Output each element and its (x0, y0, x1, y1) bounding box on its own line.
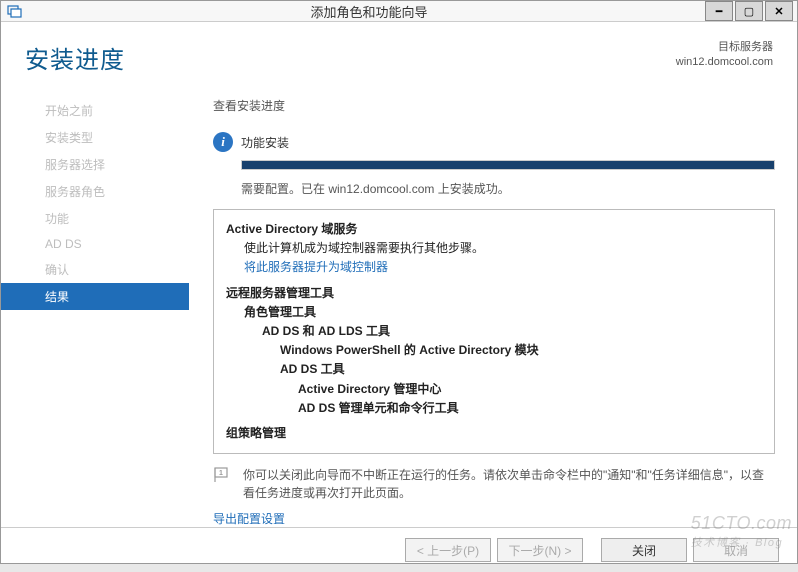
sidebar-item-server: 服务器选择 (1, 151, 189, 178)
progress-bar (241, 160, 775, 170)
sidebar: 开始之前 安装类型 服务器选择 服务器角色 功能 AD DS 确认 结果 (1, 79, 189, 527)
sidebar-item-confirm: 确认 (1, 256, 189, 283)
result-gpm: 组策略管理 (226, 424, 762, 443)
flag-icon: 1 (213, 466, 233, 486)
status-row: i 功能安装 (213, 132, 775, 152)
wizard-window: 添加角色和功能向导 ━ ▢ ✕ 安装进度 目标服务器 win12.domcool… (0, 0, 798, 564)
result-remote-tools: 远程服务器管理工具 (226, 284, 762, 303)
progress-fill (242, 161, 774, 169)
titlebar: 添加角色和功能向导 ━ ▢ ✕ (1, 1, 797, 22)
window-controls: ━ ▢ ✕ (705, 1, 793, 21)
target-server: win12.domcool.com (676, 55, 773, 70)
status-message: 需要配置。已在 win12.domcool.com 上安装成功。 (241, 180, 775, 197)
result-adds-desc: 使此计算机成为域控制器需要执行其他步骤。 (244, 239, 762, 258)
next-button: 下一步(N) > (497, 538, 583, 562)
prev-button: < 上一步(P) (405, 538, 491, 562)
section-label: 查看安装进度 (213, 97, 775, 114)
note-text: 你可以关闭此向导而不中断正在运行的任务。请依次单击命令栏中的"通知"和"任务详细… (243, 466, 775, 502)
minimize-button[interactable]: ━ (705, 1, 733, 21)
maximize-button[interactable]: ▢ (735, 1, 763, 21)
result-powershell-module: Windows PowerShell 的 Active Directory 模块 (280, 341, 762, 360)
sidebar-item-type: 安装类型 (1, 124, 189, 151)
content-area: 安装进度 目标服务器 win12.domcool.com 开始之前 安装类型 服… (1, 22, 797, 572)
sidebar-item-roles: 服务器角色 (1, 178, 189, 205)
body-row: 开始之前 安装类型 服务器选择 服务器角色 功能 AD DS 确认 结果 查看安… (1, 79, 797, 527)
page-title: 安装进度 (25, 40, 125, 75)
info-icon: i (213, 132, 233, 152)
target-info: 目标服务器 win12.domcool.com (676, 40, 773, 71)
results-box: Active Directory 域服务 使此计算机成为域控制器需要执行其他步骤… (213, 209, 775, 454)
result-adds-snapins: AD DS 管理单元和命令行工具 (298, 399, 762, 418)
result-ad-admin-center: Active Directory 管理中心 (298, 380, 762, 399)
result-adds-lds-tools: AD DS 和 AD LDS 工具 (262, 322, 762, 341)
sidebar-item-results[interactable]: 结果 (1, 283, 189, 310)
sidebar-item-before: 开始之前 (1, 97, 189, 124)
main-panel: 查看安装进度 i 功能安装 需要配置。已在 win12.domcool.com … (189, 79, 797, 527)
result-adds-tools: AD DS 工具 (280, 360, 762, 379)
result-adds-title: Active Directory 域服务 (226, 220, 762, 239)
svg-text:1: 1 (219, 470, 223, 477)
result-role-tools: 角色管理工具 (244, 303, 762, 322)
status-text: 功能安装 (241, 134, 289, 151)
promote-link[interactable]: 将此服务器提升为域控制器 (244, 258, 762, 277)
footer: < 上一步(P) 下一步(N) > 关闭 取消 (1, 527, 797, 572)
close-wizard-button[interactable]: 关闭 (601, 538, 687, 562)
window-title: 添加角色和功能向导 (33, 2, 705, 21)
target-label: 目标服务器 (676, 40, 773, 55)
sidebar-item-features: 功能 (1, 205, 189, 232)
cancel-button: 取消 (693, 538, 779, 562)
header-row: 安装进度 目标服务器 win12.domcool.com (1, 22, 797, 79)
app-icon (5, 1, 25, 21)
note-row: 1 你可以关闭此向导而不中断正在运行的任务。请依次单击命令栏中的"通知"和"任务… (213, 466, 775, 502)
close-button[interactable]: ✕ (765, 1, 793, 21)
sidebar-item-adds: AD DS (1, 232, 189, 256)
export-config-link[interactable]: 导出配置设置 (213, 510, 285, 527)
